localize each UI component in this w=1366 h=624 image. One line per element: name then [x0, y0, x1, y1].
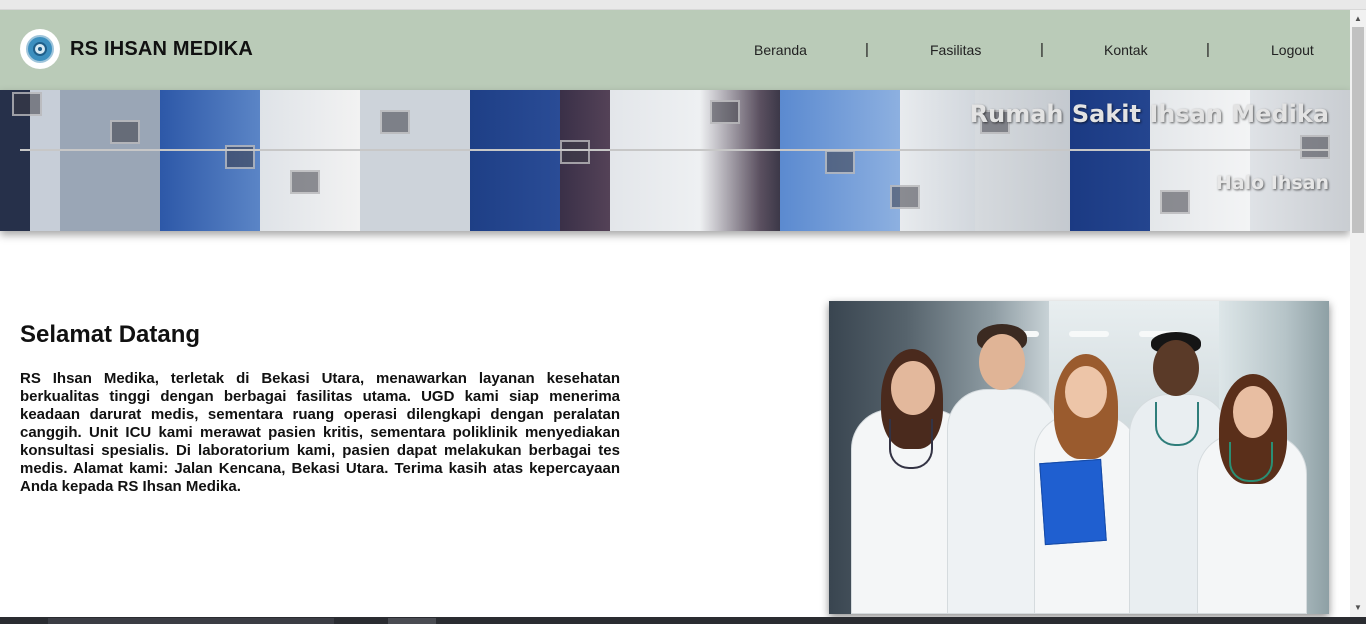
blue-folder — [1039, 458, 1107, 546]
banner-window — [825, 150, 855, 174]
page-scrollbar[interactable]: ▲ ▼ — [1350, 10, 1366, 617]
hero-banner: Rumah Sakit Ihsan Medika Halo Ihsan — [0, 90, 1350, 231]
nav-link-beranda[interactable]: Beranda — [754, 42, 807, 58]
welcome-paragraph: RS Ihsan Medika, terletak di Bekasi Utar… — [20, 370, 620, 495]
taskbar-item[interactable] — [48, 618, 334, 624]
banner-window — [12, 92, 42, 116]
banner-window — [890, 185, 920, 209]
taskbar-item[interactable] — [388, 618, 436, 624]
welcome-heading: Selamat Datang — [20, 321, 201, 348]
scroll-up-arrow-icon[interactable]: ▲ — [1350, 12, 1366, 26]
banner-window — [290, 170, 320, 194]
brand-name: RS IHSAN MEDIKA — [70, 38, 254, 60]
banner-window — [560, 140, 590, 164]
banner-window — [110, 120, 140, 144]
banner-window — [1160, 190, 1190, 214]
ceiling-light — [1069, 331, 1109, 337]
nav-separator: | — [865, 41, 869, 58]
banner-window — [380, 110, 410, 134]
nav-link-fasilitas[interactable]: Fasilitas — [930, 42, 981, 58]
os-taskbar — [0, 617, 1366, 624]
nav-separator: | — [1206, 41, 1210, 58]
scroll-thumb[interactable] — [1352, 27, 1364, 233]
banner-divider — [20, 149, 1329, 151]
banner-title: Rumah Sakit Ihsan Medika — [969, 100, 1329, 128]
doctor-figure — [1197, 374, 1307, 614]
scroll-down-arrow-icon[interactable]: ▼ — [1350, 601, 1366, 615]
greeting-text: Halo Ihsan — [1215, 172, 1329, 194]
nav-link-kontak[interactable]: Kontak — [1104, 42, 1148, 58]
hospital-logo-icon[interactable] — [20, 29, 60, 69]
doctors-photo — [829, 301, 1329, 614]
navbar: RS IHSAN MEDIKA Beranda | Fasilitas | Ko… — [0, 10, 1350, 90]
nav-separator: | — [1040, 41, 1044, 58]
banner-window — [1300, 135, 1330, 159]
nav-link-logout[interactable]: Logout — [1271, 42, 1314, 58]
banner-window — [710, 100, 740, 124]
browser-top-strip — [0, 0, 1366, 10]
